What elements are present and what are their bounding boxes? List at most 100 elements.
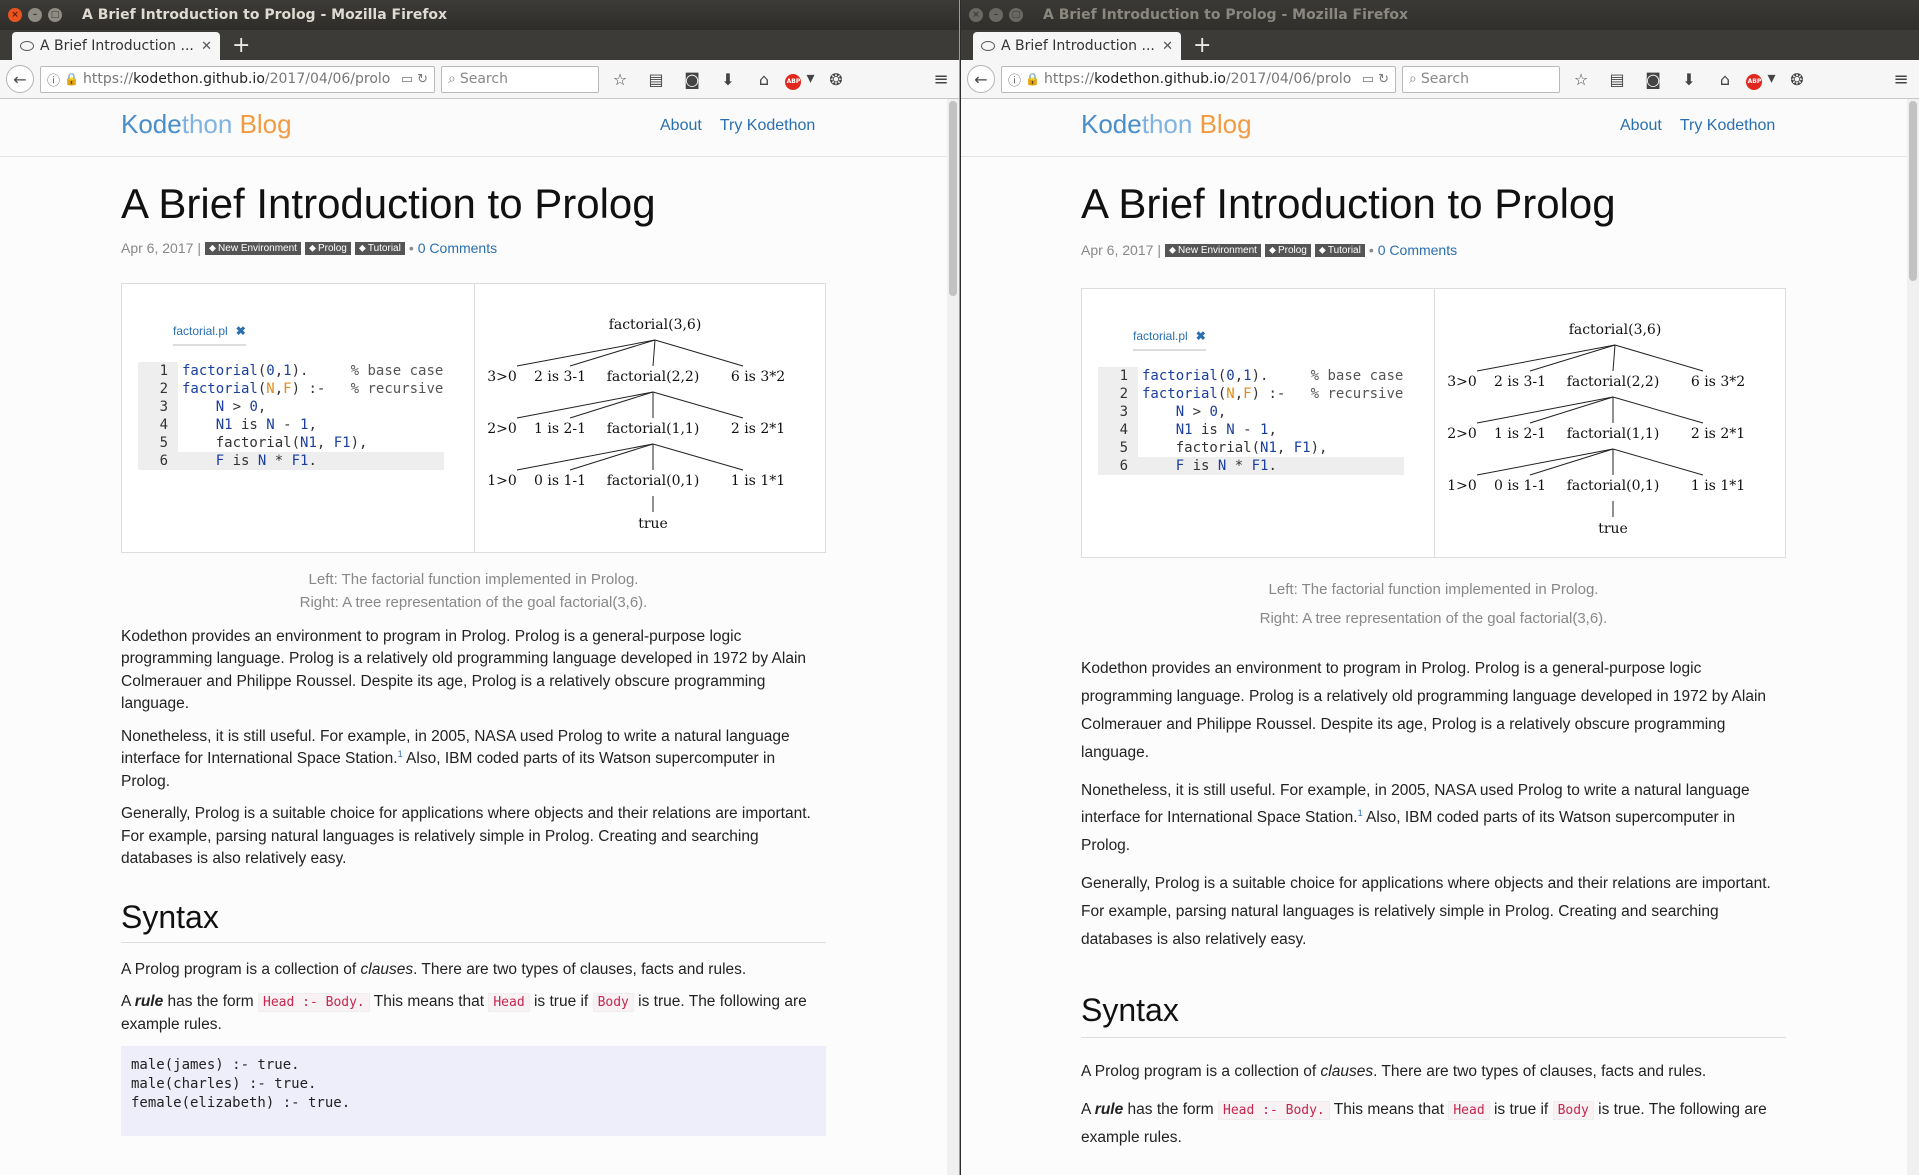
info-icon[interactable]: ⓘ xyxy=(47,70,60,89)
site-logo[interactable]: Kodethon Blog xyxy=(121,109,292,140)
search-icon: ⌕ xyxy=(1409,71,1417,87)
page-icon xyxy=(981,41,995,51)
file-tab[interactable]: factorial.pl ✖ xyxy=(1133,329,1206,351)
home-icon[interactable]: ⌂ xyxy=(1710,70,1740,89)
tag-prolog[interactable]: ⬥ Prolog xyxy=(1264,243,1311,257)
window-title: A Brief Introduction to Prolog - Mozilla… xyxy=(1043,7,1409,23)
adblock-icon[interactable]: ABP ▾ xyxy=(1746,68,1776,90)
url-text[interactable]: https://kodethon.github.io/2017/04/06/pr… xyxy=(1044,71,1358,87)
post-meta: Apr 6, 2017 | ⬥ New Environment ⬥ Prolog ⬥… xyxy=(121,240,498,256)
download-icon[interactable]: ⬇ xyxy=(713,70,743,89)
pocket-icon[interactable]: ◙ xyxy=(677,70,707,89)
goal-tree: factorial(3,6) 3>0 2 is 3-1 factorial(2,… xyxy=(475,284,827,554)
lock-icon: 🔒 xyxy=(64,72,79,86)
code-line: male(james) :- true. xyxy=(131,1057,300,1074)
search-input[interactable]: ⌕ Search xyxy=(441,65,599,93)
tag-new-environment[interactable]: ⬥ New Environment xyxy=(1165,243,1261,257)
paragraph: Nonetheless, it is still useful. For exa… xyxy=(121,727,790,790)
window-minimize-button[interactable]: – xyxy=(989,8,1003,22)
window-title: A Brief Introduction to Prolog - Mozilla… xyxy=(82,7,448,23)
tree-node: 3>0 xyxy=(1447,374,1477,390)
extension-icon[interactable]: ❂ xyxy=(1782,70,1812,89)
tag-prolog[interactable]: ⬥ Prolog xyxy=(304,241,351,255)
file-tab[interactable]: factorial.pl ✖ xyxy=(173,324,246,346)
hamburger-menu-icon[interactable]: ≡ xyxy=(929,69,953,90)
home-icon[interactable]: ⌂ xyxy=(749,70,779,89)
extension-icon[interactable]: ❂ xyxy=(821,70,851,89)
window-close-button[interactable]: × xyxy=(969,8,983,22)
nav-try-kodethon-link[interactable]: Try Kodethon xyxy=(1680,117,1775,135)
tag-tutorial[interactable]: ⬥ Tutorial xyxy=(1314,243,1365,257)
tag-tutorial[interactable]: ⬥ Tutorial xyxy=(354,241,405,255)
back-button[interactable]: ← xyxy=(6,65,34,93)
download-icon[interactable]: ⬇ xyxy=(1674,70,1704,89)
url-bar[interactable]: ⓘ 🔒 https://kodethon.github.io/2017/04/0… xyxy=(40,65,435,93)
url-text[interactable]: https://kodethon.github.io/2017/04/06/pr… xyxy=(83,71,397,87)
bookmarks-menu-icon[interactable]: ▤ xyxy=(641,70,671,89)
paragraph: Nonetheless, it is still useful. For exa… xyxy=(1081,781,1750,855)
scrollbar[interactable] xyxy=(1907,99,1919,1175)
tree-node: 2 is 3-1 xyxy=(1494,374,1546,390)
figure-caption: Left: The factorial function implemented… xyxy=(1259,581,1608,627)
tree-node: 2 is 2*1 xyxy=(1691,426,1745,442)
comments-link[interactable]: 0 Comments xyxy=(1378,242,1457,258)
tree-node: 1>0 xyxy=(1447,478,1477,494)
info-icon[interactable]: ⓘ xyxy=(1008,70,1021,89)
tree-node: 1>0 xyxy=(487,473,517,489)
page-viewport: Kodethon Blog About Try Kodethon A Brief… xyxy=(0,99,959,1175)
title-bar: × – □ A Brief Introduction to Prolog - M… xyxy=(0,0,959,30)
bookmarks-menu-icon[interactable]: ▤ xyxy=(1602,70,1632,89)
window-minimize-button[interactable]: – xyxy=(28,8,42,22)
post-title: A Brief Introduction to Prolog xyxy=(121,180,656,227)
adblock-icon[interactable]: ABP ▾ xyxy=(785,68,815,90)
nav-about-link[interactable]: About xyxy=(660,117,702,135)
navigation-toolbar: ← ⓘ 🔒 https://kodethon.github.io/2017/04… xyxy=(961,60,1919,99)
tree-node: 0 is 1-1 xyxy=(1494,478,1546,494)
tree-node: 2>0 xyxy=(487,421,517,437)
scrollbar[interactable] xyxy=(947,99,959,1175)
scrollbar-thumb[interactable] xyxy=(1909,101,1917,281)
window-maximize-button[interactable]: □ xyxy=(1009,8,1023,22)
firefox-window-left: × – □ A Brief Introduction to Prolog - M… xyxy=(0,0,960,1175)
nav-try-kodethon-link[interactable]: Try Kodethon xyxy=(720,117,815,135)
tab-label: A Brief Introduction ... xyxy=(40,38,194,54)
window-maximize-button[interactable]: □ xyxy=(48,8,62,22)
tree-leaf: true xyxy=(638,516,668,532)
new-tab-button[interactable]: + xyxy=(232,32,250,60)
browser-tab[interactable]: A Brief Introduction ... ✕ xyxy=(12,32,220,60)
firefox-window-right: × – □ A Brief Introduction to Prolog - M… xyxy=(961,0,1919,1175)
pocket-icon[interactable]: ◙ xyxy=(1638,70,1668,89)
back-button[interactable]: ← xyxy=(967,65,995,93)
site-nav: About Try Kodethon xyxy=(660,117,815,135)
nav-about-link[interactable]: About xyxy=(1620,117,1662,135)
hamburger-menu-icon[interactable]: ≡ xyxy=(1889,69,1913,90)
tree-node: 2 is 2*1 xyxy=(731,421,785,437)
tree-leaf: true xyxy=(1598,521,1628,537)
close-icon: ✖ xyxy=(235,324,246,338)
reader-view-icon[interactable]: ▭ xyxy=(1362,72,1374,87)
site-logo[interactable]: Kodethon Blog xyxy=(1081,109,1252,140)
comments-link[interactable]: 0 Comments xyxy=(418,240,497,256)
tree-node: factorial(2,2) xyxy=(1567,374,1660,390)
search-input[interactable]: ⌕ Search xyxy=(1402,65,1560,93)
url-bar[interactable]: ⓘ 🔒 https://kodethon.github.io/2017/04/0… xyxy=(1001,65,1396,93)
scrollbar-thumb[interactable] xyxy=(949,101,957,296)
title-bar: × – □ A Brief Introduction to Prolog - M… xyxy=(961,0,1919,30)
paragraph: Generally, Prolog is a suitable choice f… xyxy=(121,805,811,868)
bookmark-star-icon[interactable]: ☆ xyxy=(1566,70,1596,89)
tree-node: 6 is 3*2 xyxy=(1691,374,1745,390)
window-close-button[interactable]: × xyxy=(8,8,22,22)
new-tab-button[interactable]: + xyxy=(1193,32,1211,60)
site-nav: About Try Kodethon xyxy=(1620,117,1775,135)
tag-new-environment[interactable]: ⬥ New Environment xyxy=(205,241,301,255)
browser-tab[interactable]: A Brief Introduction ... ✕ xyxy=(973,32,1181,60)
tab-label: A Brief Introduction ... xyxy=(1001,38,1155,54)
code-editor: 1 factorial(0,1). % base case 2 factorial(… xyxy=(1098,367,1404,475)
tab-close-icon[interactable]: ✕ xyxy=(1162,39,1173,54)
reload-icon[interactable]: ↻ xyxy=(1378,72,1389,87)
tree-node: factorial(1,1) xyxy=(607,421,700,437)
reader-view-icon[interactable]: ▭ xyxy=(401,72,413,87)
reload-icon[interactable]: ↻ xyxy=(417,72,428,87)
tab-close-icon[interactable]: ✕ xyxy=(201,39,212,54)
bookmark-star-icon[interactable]: ☆ xyxy=(605,70,635,89)
